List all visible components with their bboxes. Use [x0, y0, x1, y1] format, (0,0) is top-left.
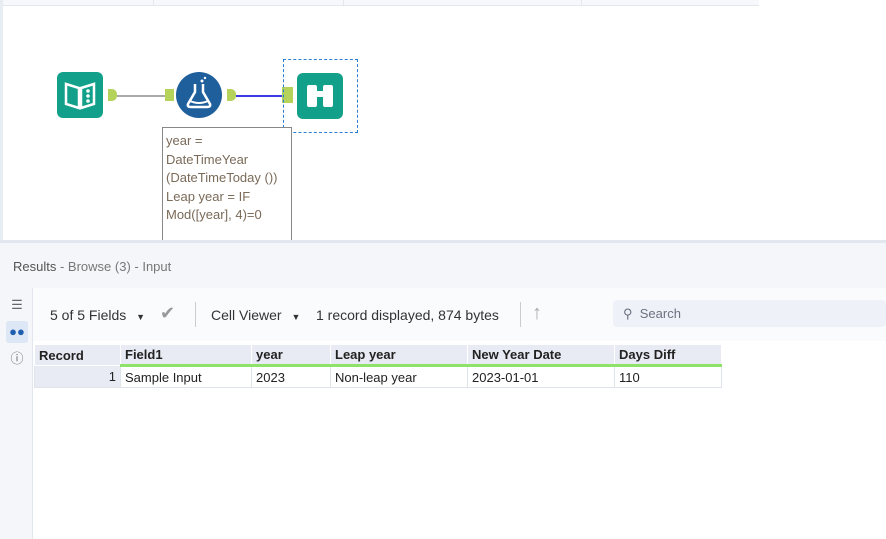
results-table: Record Field1 year Leap year New Year Da… [34, 344, 722, 388]
results-subtitle: - Browse (3) - Input [59, 259, 172, 274]
table-header-row: Record Field1 year Leap year New Year Da… [34, 344, 722, 367]
chevron-down-icon: ▼ [136, 312, 146, 322]
results-panel: Results - Browse (3) - Input ☰ ●● ⓘ 5 of… [0, 240, 886, 539]
help-icon[interactable]: ⓘ [6, 348, 28, 370]
column-header[interactable]: year [251, 344, 331, 367]
record-number[interactable]: 1 [34, 365, 121, 388]
table-cell[interactable]: 2023-01-01 [467, 365, 615, 388]
formula-annotation: year = DateTimeYear (DateTimeToday ()) L… [162, 127, 292, 247]
workflow-canvas[interactable]: year = DateTimeYear (DateTimeToday ()) L… [0, 0, 886, 247]
divider [581, 0, 582, 6]
results-title: Results - Browse (3) - Input [13, 259, 171, 274]
fields-dropdown[interactable]: 5 of 5 Fields ▼ [50, 307, 145, 323]
binoculars-icon[interactable]: ●● [6, 321, 28, 343]
results-main: 5 of 5 Fields ▼ ✔ Cell Viewer ▼ 1 record… [33, 288, 886, 539]
search-icon: ⚲ [623, 306, 633, 321]
input-anchor[interactable] [165, 89, 174, 101]
arrow-up-icon[interactable]: ↑ [532, 302, 542, 325]
canvas-top-strip [3, 0, 759, 6]
column-header[interactable]: New Year Date [467, 344, 615, 367]
divider [195, 302, 196, 327]
table-cell[interactable]: 2023 [251, 365, 331, 388]
output-anchor[interactable] [108, 89, 117, 101]
list-icon[interactable]: ☰ [6, 294, 28, 316]
column-header[interactable]: Leap year [330, 344, 468, 367]
browse-tool-icon[interactable] [297, 73, 343, 119]
table-row: 1 Sample Input 2023 Non-leap year 2023-0… [34, 365, 722, 388]
table-cell[interactable]: Non-leap year [330, 365, 468, 388]
text-input-tool-icon[interactable] [57, 72, 103, 118]
results-toolbar: 5 of 5 Fields ▼ ✔ Cell Viewer ▼ 1 record… [33, 288, 886, 341]
output-anchor[interactable] [227, 89, 236, 101]
search-input[interactable]: ⚲ Search [613, 300, 886, 327]
viewer-label: Cell Viewer [211, 307, 282, 323]
formula-tool-icon[interactable] [176, 72, 222, 118]
column-header-record[interactable]: Record [34, 344, 121, 366]
divider [153, 0, 154, 6]
record-status: 1 record displayed, 874 bytes [316, 307, 499, 323]
table-cell[interactable]: 110 [614, 365, 722, 388]
connection-line[interactable] [236, 95, 284, 97]
results-sidebar: ☰ ●● ⓘ [0, 288, 33, 539]
search-placeholder: Search [639, 306, 681, 321]
connection-line[interactable] [117, 95, 165, 97]
results-label: Results [13, 259, 57, 274]
column-header[interactable]: Field1 [120, 344, 252, 367]
cell-viewer-dropdown[interactable]: Cell Viewer ▼ [211, 307, 300, 323]
chevron-down-icon: ▼ [291, 312, 301, 322]
table-cell[interactable]: Sample Input [120, 365, 252, 388]
divider [520, 302, 521, 327]
divider [343, 0, 344, 6]
checkmark-icon[interactable]: ✔ [160, 303, 175, 324]
column-header[interactable]: Days Diff [614, 344, 722, 367]
fields-label: 5 of 5 Fields [50, 307, 127, 323]
